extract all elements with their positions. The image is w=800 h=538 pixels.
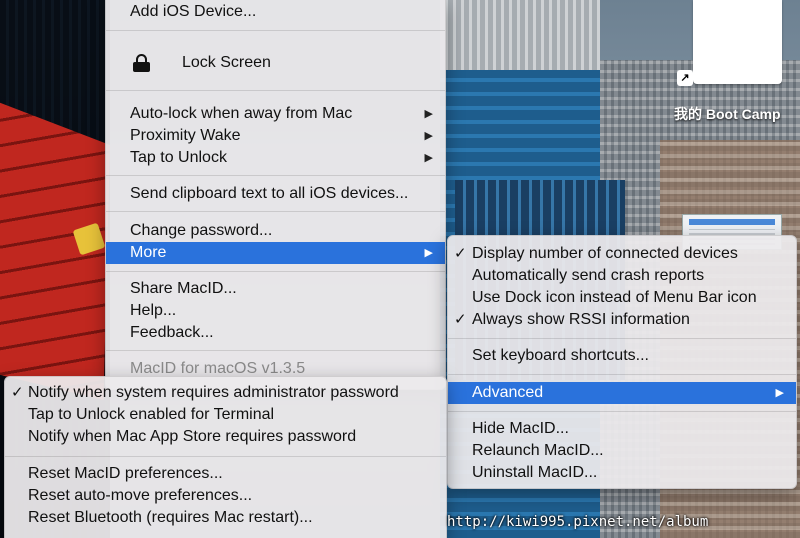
menu-item-reset-auto-move[interactable]: Reset auto-move preferences...	[5, 485, 446, 507]
lock-icon	[133, 54, 150, 72]
menu-item-auto-lock[interactable]: Auto-lock when away from Mac ▶	[106, 103, 445, 125]
menu-item-label: Automatically send crash reports	[472, 267, 705, 284]
menu-item-label: Tap to Unlock enabled for Terminal	[28, 406, 275, 423]
menu-separator	[448, 338, 796, 339]
menu-separator	[106, 30, 445, 31]
more-submenu: ✓ Display number of connected devices Au…	[447, 235, 797, 489]
submenu-arrow-icon: ▶	[424, 152, 433, 164]
menu-separator	[448, 374, 796, 375]
menu-item-label: Help...	[130, 302, 177, 319]
menu-item-label: Reset auto-move preferences...	[28, 487, 253, 504]
menu-separator	[106, 350, 445, 351]
menu-item-show-rssi[interactable]: ✓ Always show RSSI information	[448, 309, 796, 331]
wallpaper-building	[440, 0, 600, 80]
menu-separator	[106, 90, 445, 91]
menu-item-label: Notify when system requires administrato…	[28, 384, 399, 401]
menu-item-label: Proximity Wake	[130, 127, 241, 144]
menu-item-reset-bluetooth[interactable]: Reset Bluetooth (requires Mac restart)..…	[5, 507, 446, 529]
macid-menu: Add iOS Device... Lock Screen Auto-lock …	[105, 0, 446, 390]
menu-item-label: Lock Screen	[182, 54, 271, 71]
menu-item-label: Display number of connected devices	[472, 245, 738, 262]
menu-separator	[106, 175, 445, 176]
menu-item-label: Reset MacID preferences...	[28, 465, 223, 482]
menu-item-label: Always show RSSI information	[472, 311, 690, 328]
menu-item-help[interactable]: Help...	[106, 300, 445, 322]
menu-item-uninstall-macid[interactable]: Uninstall MacID...	[448, 462, 796, 484]
menu-item-proximity-wake[interactable]: Proximity Wake ▶	[106, 125, 445, 147]
menu-item-label: Auto-lock when away from Mac	[130, 105, 353, 122]
watermark-url: http://kiwi995.pixnet.net/album	[447, 514, 709, 530]
menu-item-label: Change password...	[130, 222, 273, 239]
menu-item-notify-app-store[interactable]: Notify when Mac App Store requires passw…	[5, 426, 446, 448]
menu-item-notify-admin-password[interactable]: ✓ Notify when system requires administra…	[5, 382, 446, 404]
menu-separator	[448, 411, 796, 412]
menu-item-share[interactable]: Share MacID...	[106, 278, 445, 300]
menu-item-label: Send clipboard text to all iOS devices..…	[130, 185, 409, 202]
menu-item-label: Feedback...	[130, 324, 214, 341]
menu-item-send-clipboard[interactable]: Send clipboard text to all iOS devices..…	[106, 183, 445, 205]
checkmark-icon: ✓	[454, 245, 467, 262]
desktop-file-label[interactable]: 我的 Boot Camp	[674, 104, 781, 124]
menu-item-relaunch-macid[interactable]: Relaunch MacID...	[448, 440, 796, 462]
checkmark-icon: ✓	[454, 311, 467, 328]
menu-item-label: Use Dock icon instead of Menu Bar icon	[472, 289, 757, 306]
checkmark-icon: ✓	[11, 384, 24, 401]
alias-arrow-icon: ↗	[677, 70, 693, 86]
menu-item-label: Hide MacID...	[472, 420, 569, 437]
menu-separator	[106, 211, 445, 212]
menu-item-reset-preferences[interactable]: Reset MacID preferences...	[5, 463, 446, 485]
menu-item-change-password[interactable]: Change password...	[106, 220, 445, 242]
menu-item-label: Share MacID...	[130, 280, 237, 297]
menu-separator	[5, 456, 446, 457]
menu-item-label: Set keyboard shortcuts...	[472, 347, 649, 364]
menu-item-use-dock-icon[interactable]: Use Dock icon instead of Menu Bar icon	[448, 287, 796, 309]
menu-item-keyboard-shortcuts[interactable]: Set keyboard shortcuts...	[448, 345, 796, 367]
menu-item-label: Uninstall MacID...	[472, 464, 598, 481]
menu-item-hide-macid[interactable]: Hide MacID...	[448, 418, 796, 440]
menu-item-tap-unlock-terminal[interactable]: Tap to Unlock enabled for Terminal	[5, 404, 446, 426]
submenu-arrow-icon: ▶	[775, 387, 784, 399]
submenu-arrow-icon: ▶	[424, 247, 433, 259]
submenu-arrow-icon: ▶	[424, 108, 433, 120]
menu-item-send-crash-reports[interactable]: Automatically send crash reports	[448, 265, 796, 287]
menu-item-lock-screen[interactable]: Lock Screen	[106, 52, 445, 74]
menu-item-label: Advanced	[472, 384, 544, 401]
menu-item-add-ios-device[interactable]: Add iOS Device...	[106, 1, 445, 23]
menu-item-more[interactable]: More ▶	[106, 242, 445, 264]
submenu-arrow-icon: ▶	[424, 130, 433, 142]
menu-item-label: Tap to Unlock	[130, 149, 227, 166]
menu-item-label: Add iOS Device...	[130, 3, 257, 20]
menu-item-label: Relaunch MacID...	[472, 442, 604, 459]
menu-item-display-connected-count[interactable]: ✓ Display number of connected devices	[448, 243, 796, 265]
menu-item-label: More	[130, 244, 167, 261]
advanced-submenu: ✓ Notify when system requires administra…	[4, 376, 447, 538]
menu-item-advanced[interactable]: Advanced ▶	[448, 382, 796, 404]
menu-item-feedback[interactable]: Feedback...	[106, 322, 445, 344]
menu-separator	[106, 271, 445, 272]
menu-item-label: Reset Bluetooth (requires Mac restart)..…	[28, 509, 313, 526]
menu-item-tap-to-unlock[interactable]: Tap to Unlock ▶	[106, 147, 445, 169]
menu-item-label: MacID for macOS v1.3.5	[130, 360, 306, 377]
desktop-file-icon[interactable]	[693, 0, 782, 84]
menu-item-label: Notify when Mac App Store requires passw…	[28, 428, 357, 445]
